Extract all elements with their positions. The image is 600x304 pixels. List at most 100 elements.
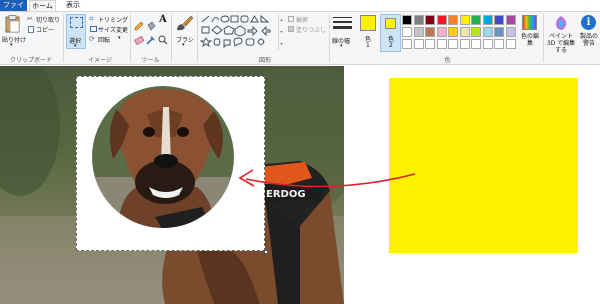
palette-swatch[interactable] — [459, 39, 470, 49]
palette-swatch[interactable] — [482, 15, 493, 25]
palette-swatch[interactable] — [413, 39, 424, 49]
fill-button[interactable]: 塗りつぶし — [288, 25, 330, 34]
paint3d-label: ペイント 3D で編集する — [546, 33, 576, 54]
eraser-tool[interactable] — [134, 30, 145, 46]
color-palette — [402, 15, 518, 51]
palette-swatch[interactable] — [448, 15, 458, 25]
text-tool[interactable]: A — [158, 14, 168, 26]
palette-swatch[interactable] — [494, 15, 504, 25]
palette-swatch[interactable] — [471, 39, 481, 49]
text-tool-glyph: A — [159, 14, 167, 25]
line-width-icon — [333, 16, 352, 32]
select-dropdown-icon: ▾ — [74, 43, 77, 49]
eyedropper-icon — [146, 36, 155, 45]
palette-swatch[interactable] — [494, 39, 504, 49]
shapes-icon — [199, 15, 271, 49]
cut-button[interactable]: ✂ 切り取り — [27, 15, 61, 24]
palette-swatch[interactable] — [436, 39, 447, 49]
arrow-annotation — [238, 169, 416, 188]
shapes-group-label: 図形 — [258, 57, 271, 64]
brush-icon — [177, 15, 194, 31]
alert-button[interactable]: i 製品の警告 — [578, 14, 600, 54]
magnifier-tool[interactable] — [158, 30, 168, 45]
copy-button[interactable]: コピー — [27, 25, 61, 34]
outline-icon — [288, 16, 294, 22]
resize-icon — [90, 26, 97, 32]
palette-swatch[interactable] — [505, 39, 516, 49]
rotate-icon: ⟳ — [89, 35, 95, 43]
tab-bar: ファイル ホーム 表示 — [0, 0, 600, 20]
palette-swatch[interactable] — [402, 27, 412, 37]
color1-button[interactable]: 色 1 — [357, 14, 379, 52]
paste-button[interactable]: 貼り付け ▾ — [1, 14, 27, 50]
color1-number: 1 — [366, 42, 370, 49]
shapes-gallery[interactable] — [199, 14, 278, 52]
clipboard-icon — [5, 15, 20, 33]
palette-swatch[interactable] — [459, 27, 470, 37]
resize-label: サイズ変更 — [98, 27, 128, 34]
clipboard-group-label: クリップボード — [9, 57, 52, 64]
shapes-scroll[interactable]: ▴ ▾ ▾ — [278, 14, 284, 50]
resize-button[interactable]: サイズ変更 — [89, 25, 129, 34]
rotate-button[interactable]: ⟳ 回転 ▾ — [89, 35, 129, 44]
tab-file[interactable]: ファイル — [0, 0, 27, 20]
info-icon: i — [581, 15, 596, 30]
palette-swatch[interactable] — [436, 15, 447, 25]
divider — [130, 14, 131, 62]
tab-view[interactable]: 表示 — [60, 0, 86, 11]
divider — [197, 14, 198, 62]
palette-swatch[interactable] — [402, 15, 412, 25]
paint3d-button[interactable]: ペイント 3D で編集する — [545, 14, 577, 54]
palette-swatch[interactable] — [448, 39, 458, 49]
cut-label: 切り取り — [36, 17, 61, 24]
palette-swatch[interactable] — [471, 27, 481, 37]
tools-group-label: ツール — [141, 57, 160, 64]
copy-icon — [28, 26, 34, 33]
divider — [171, 14, 172, 62]
fill-label: 塗りつぶし — [296, 27, 327, 34]
palette-swatch[interactable] — [505, 27, 516, 37]
palette-swatch[interactable] — [413, 27, 424, 37]
brush-button[interactable]: ブラシ ▾ — [173, 14, 195, 50]
image-group-label: イメージ — [88, 57, 112, 64]
palette-swatch[interactable] — [482, 39, 493, 49]
palette-swatch[interactable] — [425, 15, 435, 25]
crop-button[interactable]: ⌗ トリミング — [89, 14, 128, 24]
palette-swatch[interactable] — [402, 39, 412, 49]
paste-label: 貼り付け — [2, 37, 27, 44]
pencil-tool[interactable] — [134, 16, 144, 31]
select-icon — [70, 17, 83, 28]
select-button[interactable]: 選択 ▾ — [66, 14, 86, 49]
color-picker-tool[interactable] — [146, 30, 156, 45]
palette-swatch[interactable] — [448, 27, 458, 37]
eraser-icon — [134, 35, 145, 46]
canvas-area[interactable]: ERDOG — [0, 66, 600, 304]
palette-swatch[interactable] — [494, 27, 504, 37]
palette-swatch[interactable] — [471, 15, 481, 25]
edit-colors-label: 色の編集 — [520, 33, 539, 47]
palette-swatch[interactable] — [436, 27, 447, 37]
rotate-dropdown-icon: ▾ — [118, 35, 121, 41]
palette-swatch[interactable] — [505, 15, 516, 25]
color2-button[interactable]: 色 2 — [380, 14, 401, 52]
palette-swatch[interactable] — [459, 15, 470, 25]
palette-swatch[interactable] — [482, 27, 493, 37]
edit-colors-button[interactable]: 色の編集 — [519, 14, 541, 52]
divider — [63, 14, 64, 62]
tab-home[interactable]: ホーム — [29, 0, 56, 11]
color1-swatch — [360, 15, 376, 31]
copy-label: コピー — [36, 27, 55, 34]
brush-dropdown-icon: ▾ — [182, 42, 185, 48]
fill-tool[interactable] — [146, 16, 156, 31]
alert-label: 製品の警告 — [579, 33, 598, 47]
fill-icon — [288, 26, 294, 32]
color2-number: 2 — [389, 42, 393, 49]
size-button[interactable]: 線の幅 ▾ — [331, 14, 355, 50]
colors-group-label: 色 — [444, 57, 451, 64]
scissors-icon: ✂ — [27, 15, 33, 23]
palette-swatch[interactable] — [425, 39, 435, 49]
paste-dropdown-icon: ▾ — [10, 42, 13, 48]
palette-swatch[interactable] — [425, 27, 435, 37]
outline-button[interactable]: 輪郭 — [288, 15, 328, 24]
palette-swatch[interactable] — [413, 15, 424, 25]
